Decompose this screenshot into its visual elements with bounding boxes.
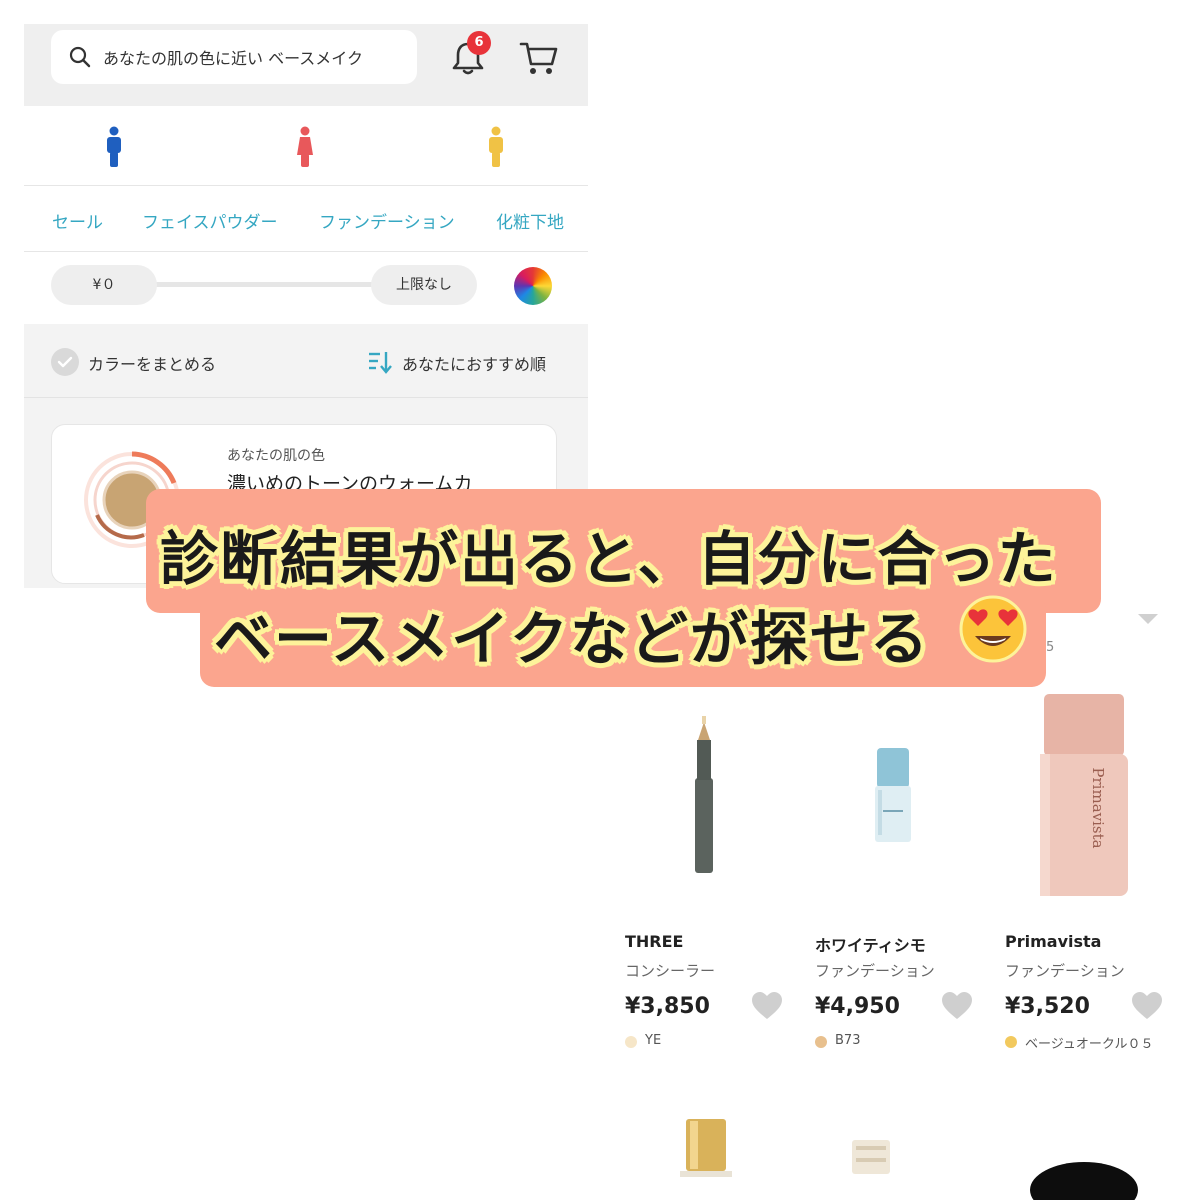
- category-tabs: セール フェイスパウダー ファンデーション 化粧下地: [24, 186, 588, 252]
- price-filter: ¥０ 上限なし: [24, 252, 588, 324]
- black-compact-image: [1030, 1162, 1138, 1200]
- group-colors-toggle[interactable]: カラーをまとめる: [88, 351, 216, 375]
- product-brand: Primavista: [1005, 932, 1102, 951]
- color-wheel-icon[interactable]: [514, 267, 552, 305]
- product-color-name: B73: [835, 1033, 861, 1048]
- cart-icon[interactable]: [518, 38, 560, 78]
- product-brand: THREE: [625, 932, 684, 951]
- notification-badge: 6: [467, 31, 491, 55]
- favorite-heart-icon[interactable]: [751, 992, 783, 1020]
- product-price: ¥3,520: [1005, 994, 1090, 1019]
- male-icon[interactable]: [104, 126, 124, 168]
- search-icon: [69, 46, 91, 68]
- product-category: ファンデーション: [1005, 962, 1125, 980]
- header: あなたの肌の色に近い ベースメイク 6: [24, 24, 588, 106]
- gold-bottle-image: [680, 1119, 732, 1177]
- product-card[interactable]: ホワイティシモ ファンデーション ¥4,950 B73: [815, 690, 990, 1060]
- concealer-pen-image: [695, 716, 713, 873]
- favorite-heart-icon[interactable]: [941, 992, 973, 1020]
- caption-line-1: 診断結果が出ると、自分に合った: [160, 525, 1058, 593]
- price-slider-track[interactable]: [124, 282, 384, 287]
- heart-icon[interactable]: [1136, 612, 1160, 626]
- price-max-handle[interactable]: 上限なし: [371, 265, 477, 305]
- tab-face-powder[interactable]: フェイスパウダー: [142, 208, 278, 233]
- foundation-bottle-image: [875, 748, 911, 842]
- tab-sale[interactable]: セール: [52, 208, 103, 233]
- product-color-name: ベージュオークル０５: [1025, 1037, 1154, 1052]
- peek-color-text: 5: [1046, 640, 1055, 655]
- product-card[interactable]: THREE コンシーラー ¥3,850 YE: [625, 690, 800, 1060]
- tab-primer[interactable]: 化粧下地: [496, 208, 564, 233]
- search-text: あなたの肌の色に近い ベースメイク: [103, 49, 363, 68]
- filter-bar: カラーをまとめる あなたにおすすめ順: [24, 324, 588, 398]
- product-price: ¥3,850: [625, 994, 710, 1019]
- product-category: コンシーラー: [625, 962, 716, 980]
- caption-line-2: ベースメイクなどが探せる: [214, 605, 930, 673]
- unisex-icon[interactable]: [486, 126, 506, 168]
- tab-foundation[interactable]: ファンデーション: [319, 208, 455, 233]
- product-card[interactable]: Primavista Primavista ファンデーション ¥3,520 ベー…: [1005, 690, 1180, 1060]
- color-swatch: [625, 1036, 637, 1048]
- gender-selector: [24, 106, 588, 186]
- compact-image: [852, 1140, 890, 1174]
- price-min-handle[interactable]: ¥０: [51, 265, 157, 305]
- search-bar[interactable]: あなたの肌の色に近い ベースメイク: [51, 30, 417, 84]
- primavista-bottle-image: Primavista: [1040, 694, 1128, 896]
- skin-label: あなたの肌の色: [227, 448, 325, 464]
- heart-eyes-emoji-icon: [959, 595, 1027, 663]
- svg-text:Primavista: Primavista: [1089, 767, 1107, 848]
- check-icon[interactable]: [51, 348, 79, 376]
- color-swatch: [1005, 1036, 1017, 1048]
- sort-icon[interactable]: [367, 349, 393, 375]
- sort-selector[interactable]: あなたにおすすめ順: [402, 351, 546, 375]
- product-color-name: YE: [645, 1033, 662, 1048]
- product-category: ファンデーション: [815, 962, 935, 980]
- product-brand: ホワイティシモ: [815, 936, 926, 955]
- product-price: ¥4,950: [815, 994, 900, 1019]
- female-icon[interactable]: [295, 126, 315, 168]
- color-swatch: [815, 1036, 827, 1048]
- favorite-heart-icon[interactable]: [1131, 992, 1163, 1020]
